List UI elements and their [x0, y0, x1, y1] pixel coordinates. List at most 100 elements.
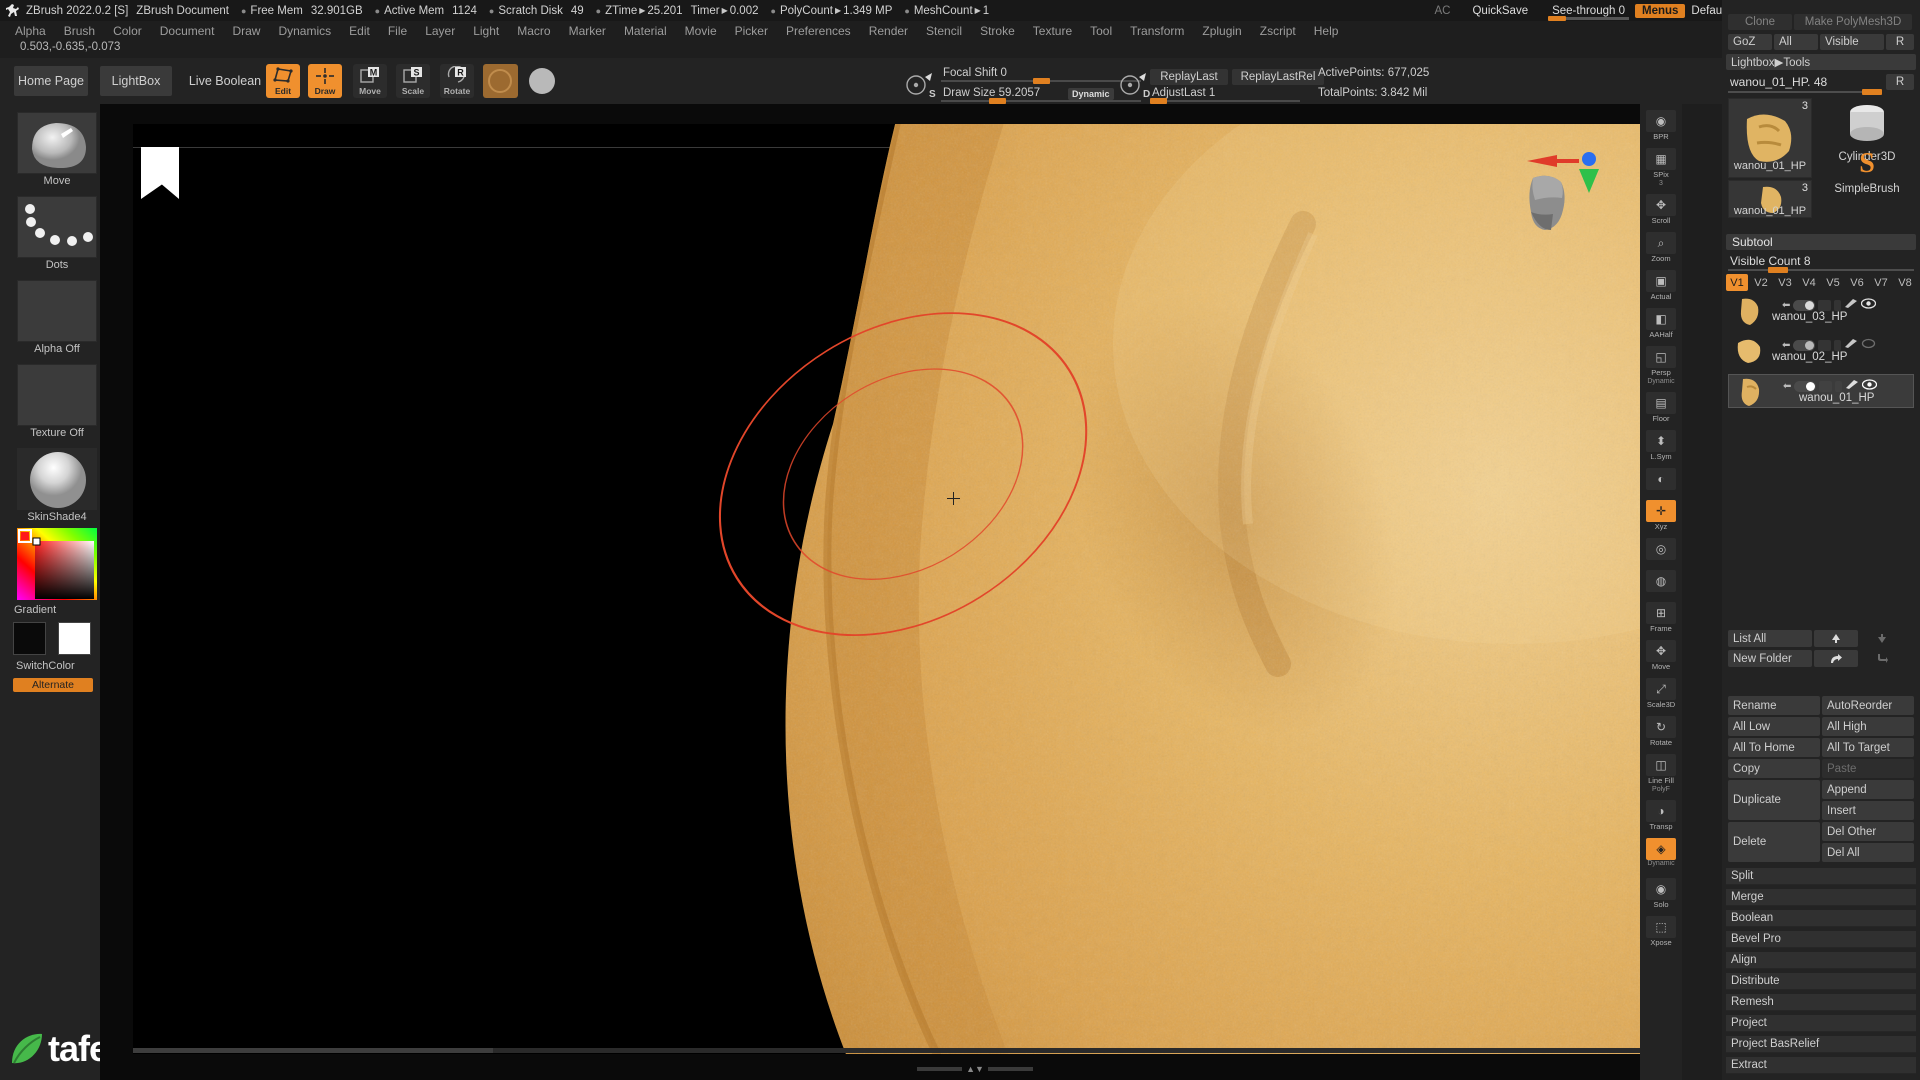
sculpt-mesh[interactable] [433, 124, 1640, 1054]
subtool-op-project[interactable]: Project [1726, 1015, 1916, 1032]
bottom-nav-bar-left[interactable] [917, 1067, 963, 1071]
right-tool-rotate[interactable]: ↻ Rotate [1644, 716, 1678, 748]
rotate-mode-button[interactable]: R Rotate [440, 64, 474, 98]
gradient-label[interactable]: Gradient [14, 604, 56, 616]
texture-thumbnail[interactable] [17, 364, 97, 426]
document-area[interactable] [133, 124, 1640, 1054]
menu-item-alpha[interactable]: Alpha [6, 24, 55, 38]
replay-last-rel-button[interactable]: ReplayLastRel [1232, 69, 1324, 85]
dynamic-badge[interactable]: Dynamic [1068, 88, 1114, 100]
append-button[interactable]: Append [1822, 780, 1914, 799]
subtool-op-boolean[interactable]: Boolean [1726, 910, 1916, 927]
home-page-button[interactable]: Home Page [14, 66, 88, 96]
delete-button[interactable]: Delete [1728, 822, 1820, 862]
current-tool-r-button[interactable]: R [1886, 74, 1914, 90]
menu-item-edit[interactable]: Edit [340, 24, 379, 38]
visible-count-track[interactable] [1728, 269, 1914, 271]
color-swatch-secondary[interactable] [58, 622, 91, 655]
menu-item-macro[interactable]: Macro [508, 24, 559, 38]
material-selector[interactable]: SkinShade4 [17, 448, 97, 524]
folder-in-button[interactable] [1860, 650, 1904, 667]
subtool-op-project-basrelief[interactable]: Project BasRelief [1726, 1036, 1916, 1053]
menu-item-dynamics[interactable]: Dynamics [269, 24, 340, 38]
viewport-canvas[interactable]: ▲▼ [100, 104, 1640, 1080]
right-tool-scroll[interactable]: ✥ Scroll [1644, 194, 1678, 226]
subtool-view-tab-v2[interactable]: V2 [1750, 274, 1772, 291]
menu-item-tool[interactable]: Tool [1081, 24, 1121, 38]
menu-item-layer[interactable]: Layer [416, 24, 464, 38]
move-up-button[interactable] [1814, 630, 1858, 647]
paint-toggle-icon[interactable] [1818, 299, 1832, 311]
visible-count-knob[interactable] [1768, 267, 1788, 273]
subtool-row-wanou-02[interactable]: ⬅ wanou_02_HP [1728, 334, 1914, 368]
goz-button[interactable]: GoZ [1728, 34, 1772, 50]
menu-item-file[interactable]: File [379, 24, 416, 38]
right-tool-zoom[interactable]: ⌕ Zoom [1644, 232, 1678, 264]
stroke-thumbnail[interactable] [17, 196, 97, 258]
mask-toggle-icon[interactable] [1834, 339, 1842, 351]
right-tool-xyz[interactable]: ✛ Xyz [1644, 500, 1678, 532]
right-tool-persp[interactable]: ◱ Persp Dynamic [1644, 346, 1678, 386]
subtool-op-align[interactable]: Align [1726, 952, 1916, 969]
scale-mode-button[interactable]: S Scale [396, 64, 430, 98]
right-tool-actual[interactable]: ▣ Actual [1644, 270, 1678, 302]
all-high-button[interactable]: All High [1822, 717, 1914, 736]
see-through-track[interactable] [1548, 15, 1629, 21]
current-tool-track[interactable] [1728, 91, 1878, 93]
all-button[interactable]: All [1774, 34, 1818, 50]
right-tool-dynamic-icon[interactable]: ◈ Dynamic [1644, 838, 1678, 868]
brush-size-dial-d[interactable]: D [1119, 71, 1150, 100]
menu-item-light[interactable]: Light [464, 24, 508, 38]
del-all-button[interactable]: Del All [1822, 843, 1914, 862]
menu-item-brush[interactable]: Brush [55, 24, 104, 38]
menu-item-stencil[interactable]: Stencil [917, 24, 971, 38]
menu-item-color[interactable]: Color [104, 24, 151, 38]
menu-item-zplugin[interactable]: Zplugin [1193, 24, 1250, 38]
all-low-button[interactable]: All Low [1728, 717, 1820, 736]
menu-item-transform[interactable]: Transform [1121, 24, 1193, 38]
visibility-toggle-icon[interactable] [1793, 339, 1816, 351]
right-tool-aahalf[interactable]: ◧ AAHalf [1644, 308, 1678, 340]
rename-button[interactable]: Rename [1728, 696, 1820, 715]
right-tool-xpose[interactable]: ⬚ Xpose [1644, 916, 1678, 948]
right-tool-floor[interactable]: ▤ Floor [1644, 392, 1678, 424]
material-thumbnail[interactable] [17, 448, 97, 510]
arrow-left-icon[interactable]: ⬅ [1782, 300, 1790, 311]
draw-size-track[interactable] [941, 100, 1141, 102]
mask-toggle-icon[interactable] [1834, 299, 1842, 311]
subtool-op-merge[interactable]: Merge [1726, 889, 1916, 906]
navigation-head-preview[interactable] [1523, 172, 1573, 234]
all-to-home-button[interactable]: All To Home [1728, 738, 1820, 757]
subtool-view-tab-v4[interactable]: V4 [1798, 274, 1820, 291]
menu-item-marker[interactable]: Marker [560, 24, 615, 38]
focal-shift-slider[interactable]: Focal Shift 0 [941, 67, 1141, 84]
copy-button[interactable]: Copy [1728, 759, 1820, 778]
right-tool-line-fill[interactable]: ◫ Line Fill PolyF [1644, 754, 1678, 794]
quicksave-button[interactable]: QuickSave [1472, 5, 1528, 17]
switch-color-label[interactable]: SwitchColor [16, 660, 75, 672]
menu-item-help[interactable]: Help [1305, 24, 1348, 38]
canvas-bottom-nav[interactable]: ▲▼ [915, 1064, 1035, 1074]
color-swatch-primary[interactable] [13, 622, 46, 655]
adjust-last-slider[interactable]: AdjustLast 1 [1150, 87, 1300, 104]
paint-toggle-icon[interactable] [1818, 339, 1832, 351]
subtool-view-tab-v7[interactable]: V7 [1870, 274, 1892, 291]
move-mode-button[interactable]: M Move [353, 64, 387, 98]
alpha-thumbnail[interactable] [17, 280, 97, 342]
menu-item-stroke[interactable]: Stroke [971, 24, 1024, 38]
right-tool-l-sym[interactable]: ⬍ L.Sym [1644, 430, 1678, 462]
eye-icon[interactable] [1861, 296, 1877, 314]
make-polymesh3d-button[interactable]: Make PolyMesh3D [1794, 14, 1912, 30]
brush-selector[interactable]: Move [17, 112, 97, 188]
ac-label[interactable]: AC [1435, 5, 1451, 17]
eye-off-icon[interactable] [1861, 336, 1876, 354]
subtool-op-extract[interactable]: Extract [1726, 1057, 1916, 1074]
visibility-toggle-icon[interactable] [1793, 299, 1816, 311]
edit-mode-button[interactable]: Edit [266, 64, 300, 98]
replay-last-button[interactable]: ReplayLast [1150, 69, 1228, 85]
menu-item-preferences[interactable]: Preferences [777, 24, 860, 38]
lightbox-tools-button[interactable]: Lightbox▶Tools [1726, 54, 1916, 70]
visible-button[interactable]: Visible [1820, 34, 1884, 50]
menu-item-document[interactable]: Document [151, 24, 224, 38]
list-all-button[interactable]: List All [1728, 630, 1812, 647]
